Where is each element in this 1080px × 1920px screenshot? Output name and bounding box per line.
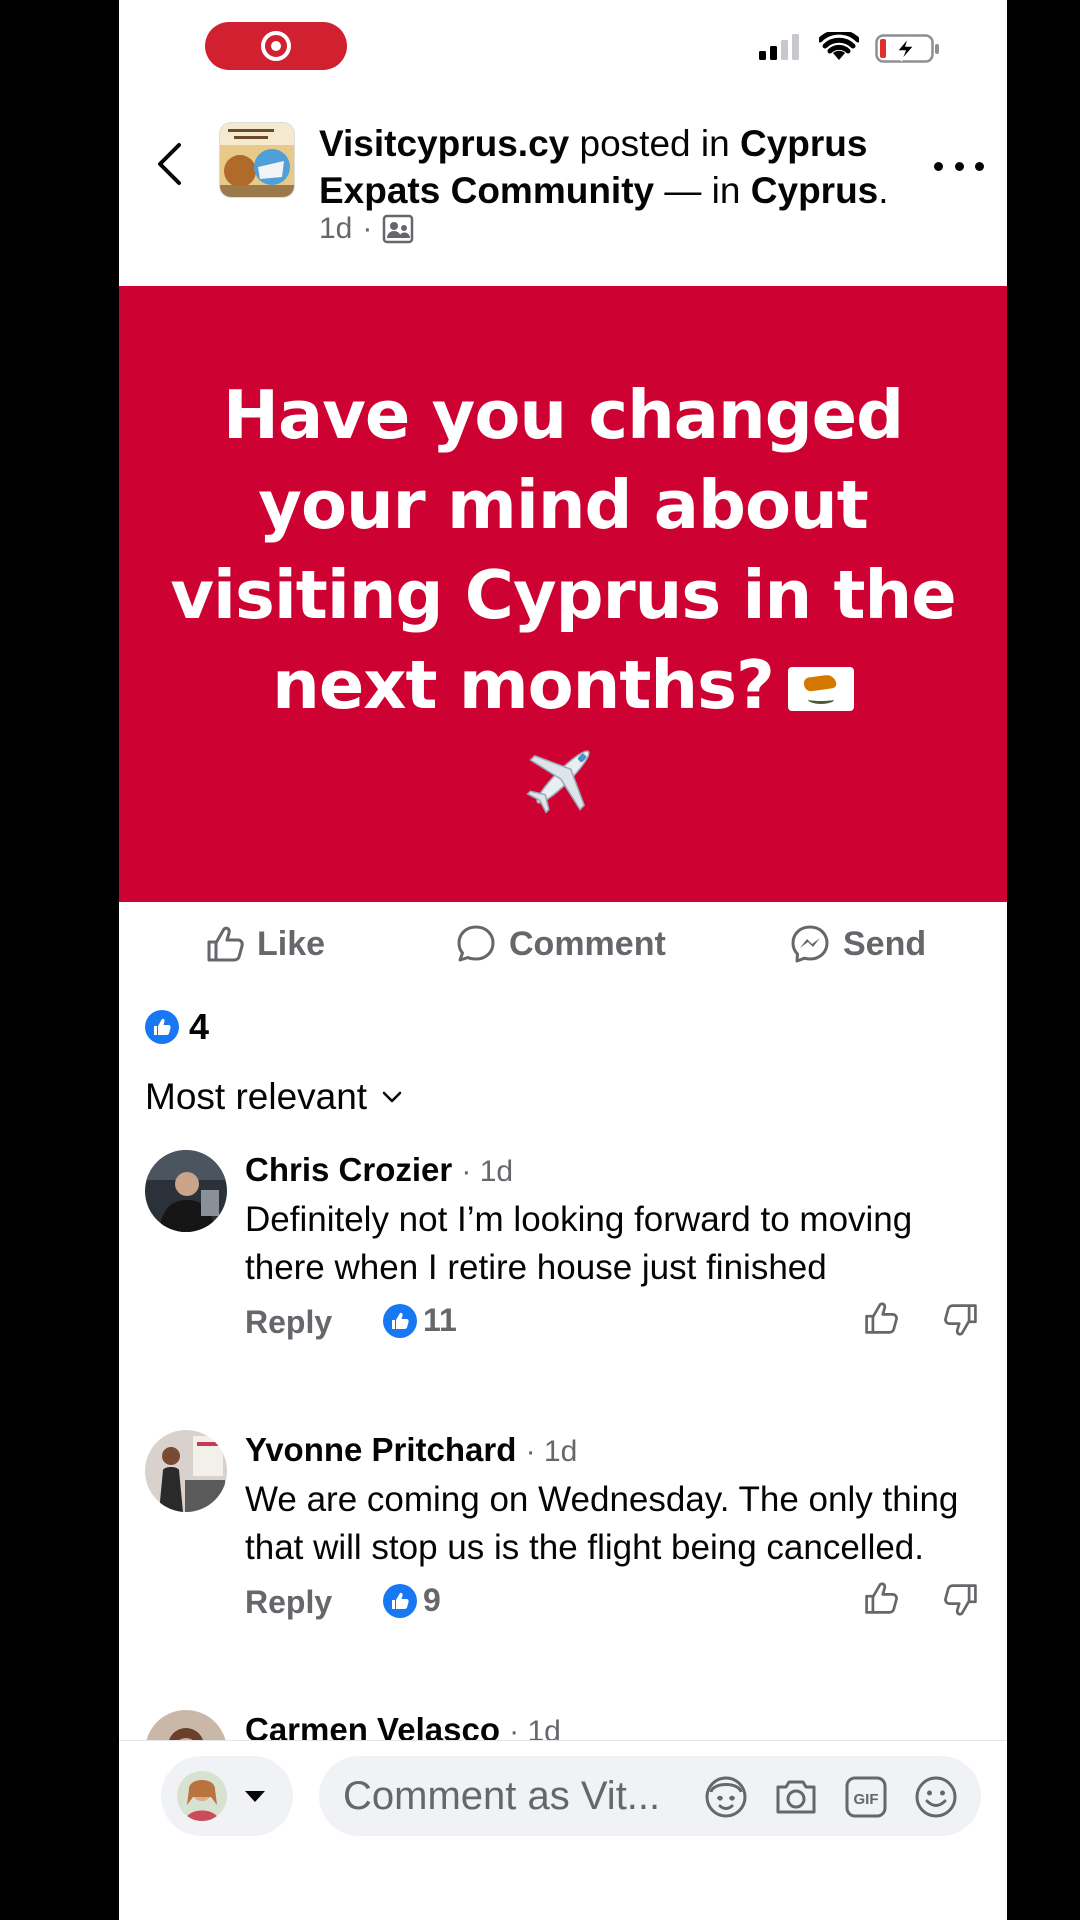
like-count-text: 9 — [423, 1582, 441, 1618]
gif-icon[interactable]: GIF — [843, 1774, 889, 1820]
messenger-icon — [791, 925, 829, 963]
comment-text: Definitely not I’m looking forward to mo… — [245, 1200, 913, 1287]
user-avatar — [177, 1771, 227, 1821]
commenter-name[interactable]: Chris Crozier · 1d — [245, 1150, 965, 1192]
reaction-count: 4 — [189, 1006, 210, 1047]
post-header: Visitcyprus.cy posted in Cyprus Expats C… — [119, 110, 1007, 260]
upvote-icon[interactable] — [863, 1300, 899, 1336]
comment-body: Chris Crozier · 1d Definitely not I’m lo… — [245, 1150, 977, 1350]
chevron-left-icon — [158, 143, 181, 185]
comment-label: Comment — [509, 924, 666, 963]
meta-dot: · — [362, 212, 373, 245]
screen-recording-indicator[interactable] — [205, 22, 347, 70]
post-action-bar: Like Comment Send — [119, 902, 1007, 986]
post-meta: 1d · — [319, 212, 414, 246]
comment-body: Yvonne Pritchard · 1d We are coming on W… — [245, 1430, 977, 1630]
sort-label: Most relevant — [145, 1076, 368, 1117]
record-icon — [261, 31, 291, 61]
group-avatar[interactable] — [219, 122, 295, 198]
comment-text: We are coming on Wednesday. The only thi… — [245, 1480, 959, 1567]
account-switcher[interactable] — [161, 1756, 293, 1836]
phone-screen: Visitcyprus.cy posted in Cyprus Expats C… — [119, 0, 1007, 1920]
posted-in-text: posted in — [569, 123, 740, 164]
avatar-sticker-icon[interactable] — [703, 1774, 749, 1820]
emoji-icon[interactable] — [913, 1774, 959, 1820]
more-options-button[interactable] — [934, 154, 984, 178]
commenter-avatar[interactable] — [145, 1150, 227, 1232]
like-label: Like — [257, 924, 326, 963]
reply-button[interactable]: Reply — [245, 1304, 332, 1341]
reply-button[interactable]: Reply — [245, 1584, 332, 1621]
post-attribution: Visitcyprus.cy posted in Cyprus Expats C… — [319, 120, 919, 214]
location-separator: — in — [654, 170, 751, 211]
caret-down-icon — [245, 1790, 265, 1802]
comment-time: · 1d — [525, 1435, 578, 1468]
more-dot-1 — [934, 161, 943, 171]
wifi-icon — [819, 32, 859, 60]
send-label: Send — [843, 924, 927, 963]
author-name[interactable]: Visitcyprus.cy — [319, 123, 569, 164]
location-name[interactable]: Cyprus — [751, 170, 878, 211]
comment-composer: Comment as Vit... GIF — [119, 1740, 1007, 1920]
period-text: . — [878, 170, 889, 211]
like-button[interactable]: Like — [205, 902, 325, 986]
comment-button[interactable]: Comment — [455, 902, 666, 986]
banner-text: Have you changed your mind about visitin… — [159, 370, 967, 730]
svg-text:GIF: GIF — [854, 1791, 879, 1808]
like-reaction-icon — [145, 1010, 179, 1044]
comment-like-count[interactable]: 9 — [383, 1582, 441, 1619]
more-dot-3 — [975, 161, 984, 171]
reactions-summary[interactable]: 4 — [145, 1006, 209, 1048]
more-dot-2 — [954, 161, 964, 171]
comment-footer: Reply 11 — [245, 1300, 977, 1350]
like-reaction-icon — [383, 1583, 417, 1618]
downvote-icon[interactable] — [943, 1302, 979, 1338]
post-image-banner[interactable]: Have you changed your mind about visitin… — [119, 286, 1007, 902]
upvote-icon[interactable] — [863, 1580, 899, 1616]
comment-sort-dropdown[interactable]: Most relevant — [145, 1076, 403, 1118]
commenter-name-text: Yvonne Pritchard — [245, 1431, 517, 1468]
comment-bubble-icon — [457, 925, 495, 962]
comment-placeholder: Comment as Vit... — [343, 1773, 661, 1818]
back-button[interactable] — [149, 136, 189, 192]
downvote-icon[interactable] — [943, 1582, 979, 1618]
comment-like-count[interactable]: 11 — [383, 1302, 457, 1339]
post-time[interactable]: 1d — [319, 212, 352, 246]
like-reaction-icon — [383, 1303, 417, 1338]
chevron-down-icon — [382, 1091, 402, 1103]
battery-charging-icon — [875, 34, 939, 63]
group-thumbnail-image — [220, 123, 294, 197]
thumbs-up-icon — [207, 926, 244, 962]
status-bar — [119, 0, 1007, 90]
camera-icon[interactable] — [773, 1774, 819, 1820]
commenter-name-text: Chris Crozier — [245, 1151, 453, 1188]
send-button[interactable]: Send — [789, 902, 926, 986]
comment-input[interactable]: Comment as Vit... GIF — [319, 1756, 981, 1836]
airplane-icon — [526, 750, 590, 814]
commenter-name[interactable]: Yvonne Pritchard · 1d — [245, 1430, 965, 1472]
cellular-signal-icon — [759, 34, 799, 60]
like-count-text: 11 — [423, 1302, 457, 1338]
group-audience-icon — [383, 214, 414, 244]
comment-footer: Reply 9 — [245, 1580, 977, 1630]
commenter-avatar[interactable] — [145, 1430, 227, 1512]
cyprus-flag-icon — [787, 667, 854, 712]
comment-time: · 1d — [461, 1155, 514, 1188]
